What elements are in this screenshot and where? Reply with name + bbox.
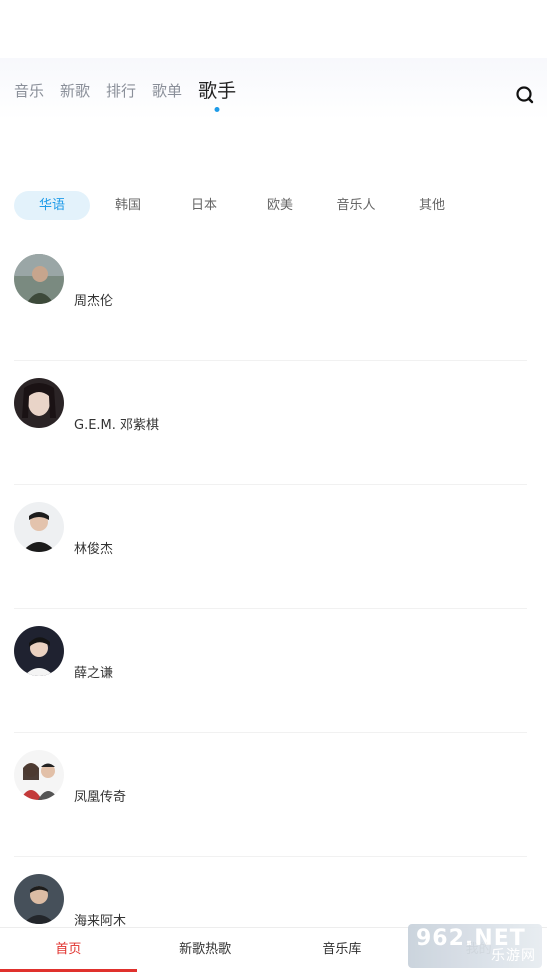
artist-row[interactable]: 林俊杰 — [0, 502, 547, 626]
watermark-logo: 962.NET 乐游网 — [408, 924, 542, 968]
category-musicians[interactable]: 音乐人 — [318, 191, 394, 220]
nav-music-library[interactable]: 音乐库 — [274, 928, 411, 972]
tab-singers-label: 歌手 — [198, 80, 237, 102]
artist-name: 周杰伦 — [74, 294, 114, 309]
category-korea[interactable]: 韩国 — [90, 191, 166, 220]
category-other[interactable]: 其他 — [394, 191, 470, 220]
search-icon — [516, 86, 534, 104]
artist-avatar — [14, 254, 64, 304]
tab-playlists[interactable]: 歌单 — [152, 78, 182, 104]
tab-charts[interactable]: 排行 — [106, 78, 136, 104]
search-button[interactable] — [515, 85, 535, 105]
artist-row[interactable]: 凤凰传奇 — [0, 750, 547, 874]
artist-avatar — [14, 378, 64, 428]
artist-list: 周杰伦 G.E.M. 邓紫棋 林俊杰 薛之谦 凤凰传奇 海来阿木 — [0, 254, 547, 972]
artist-row[interactable]: 薛之谦 — [0, 626, 547, 750]
artist-avatar — [14, 874, 64, 924]
active-tab-dot — [214, 107, 220, 112]
category-filter: 华语 韩国 日本 欧美 音乐人 其他 — [14, 191, 470, 220]
tab-music[interactable]: 音乐 — [14, 78, 44, 104]
artist-row[interactable]: 周杰伦 — [0, 254, 547, 378]
artist-name: 凤凰传奇 — [74, 790, 127, 805]
category-japan[interactable]: 日本 — [166, 191, 242, 220]
tab-singers[interactable]: 歌手 — [198, 78, 237, 112]
category-western[interactable]: 欧美 — [242, 191, 318, 220]
artist-avatar — [14, 626, 64, 676]
row-divider — [14, 608, 527, 609]
category-chinese[interactable]: 华语 — [14, 191, 90, 220]
tab-new-songs[interactable]: 新歌 — [60, 78, 90, 104]
watermark-bottom-text: 乐游网 — [491, 948, 536, 964]
row-divider — [14, 484, 527, 485]
artist-name: 林俊杰 — [74, 542, 114, 557]
row-divider — [14, 856, 527, 857]
top-tabs: 音乐 新歌 排行 歌单 歌手 — [14, 78, 252, 112]
row-divider — [14, 360, 527, 361]
row-divider — [14, 732, 527, 733]
artist-avatar — [14, 750, 64, 800]
nav-new-hot-songs[interactable]: 新歌热歌 — [137, 928, 274, 972]
artist-avatar — [14, 502, 64, 552]
artist-row[interactable]: G.E.M. 邓紫棋 — [0, 378, 547, 502]
artist-name: G.E.M. 邓紫棋 — [74, 418, 160, 433]
nav-home[interactable]: 首页 — [0, 928, 137, 972]
artist-name: 薛之谦 — [74, 666, 114, 681]
